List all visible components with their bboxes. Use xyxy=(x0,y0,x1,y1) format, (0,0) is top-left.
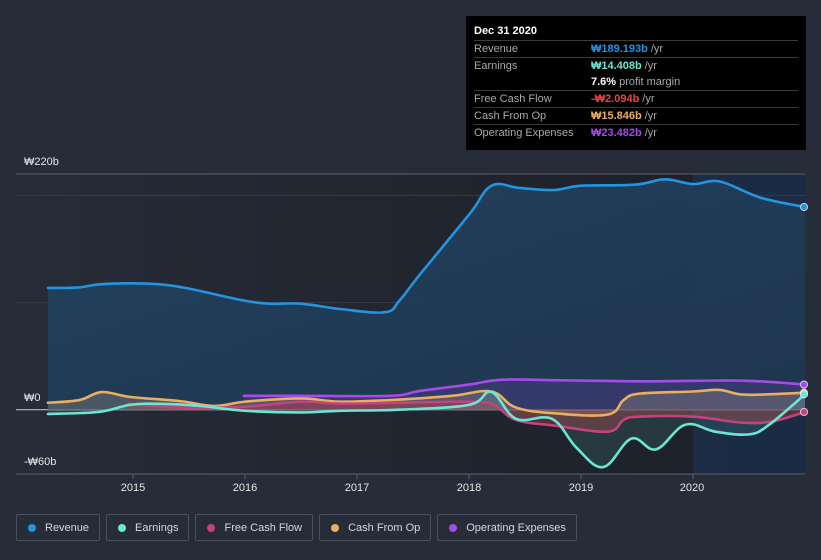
free-cash-flow-endpoint[interactable] xyxy=(799,407,809,417)
y-tick-label: ₩0 xyxy=(24,392,41,404)
tooltip-value: ₩15.846b xyxy=(591,110,642,122)
y-tick-label: -₩60b xyxy=(24,456,57,468)
tooltip-row-free-cash-flow: Free Cash Flow -₩2.094b /yr xyxy=(474,90,798,107)
tooltip-unit: /yr xyxy=(644,127,657,139)
revenue-dot-icon xyxy=(28,523,36,532)
cash-from-op-dot-icon xyxy=(331,523,340,532)
tooltip-unit: profit margin xyxy=(619,76,681,88)
legend-item-operating-expenses[interactable]: Operating Expenses xyxy=(437,514,577,541)
legend-label: Cash From Op xyxy=(348,521,421,534)
tooltip-label xyxy=(474,74,591,90)
legend-item-free-cash-flow[interactable]: Free Cash Flow xyxy=(195,514,314,541)
operating-expenses-endpoint[interactable] xyxy=(799,380,809,389)
tooltip-date: Dec 31 2020 xyxy=(474,25,537,37)
tooltip-unit: /yr xyxy=(644,60,657,72)
tooltip-value: ₩189.193b xyxy=(591,43,648,55)
tooltip-value: 7.6% xyxy=(591,76,617,88)
free-cash-flow-dot-icon xyxy=(207,523,216,532)
tooltip-label: Free Cash Flow xyxy=(474,93,552,105)
tooltip-row-revenue: Revenue ₩189.193b /yr xyxy=(474,40,798,57)
legend-item-earnings[interactable]: Earnings xyxy=(106,514,190,541)
tooltip-unit: /yr xyxy=(650,43,664,55)
x-tick-label: 2018 xyxy=(456,482,482,494)
tooltip-row-operating-expenses: Operating Expenses ₩23.482b /yr xyxy=(474,124,798,141)
legend-label: Earnings xyxy=(135,521,179,534)
legend-label: Revenue xyxy=(45,521,90,534)
x-tick-label: 2017 xyxy=(344,482,370,494)
x-tick-label: 2015 xyxy=(120,482,146,494)
tooltip-row-profit-margin: 7.6% profit margin xyxy=(474,74,798,90)
tooltip-label: Revenue xyxy=(474,43,519,55)
revenue-endpoint[interactable] xyxy=(799,202,809,212)
legend-item-revenue[interactable]: Revenue xyxy=(16,514,101,541)
tooltip-row-cash-from-op: Cash From Op ₩15.846b /yr xyxy=(474,107,798,124)
tooltip-label: Cash From Op xyxy=(474,110,547,122)
legend-label: Operating Expenses xyxy=(466,521,566,534)
tooltip-unit: /yr xyxy=(642,93,655,105)
tooltip-unit: /yr xyxy=(644,110,657,122)
tooltip-label: Operating Expenses xyxy=(474,127,574,139)
y-tick-label: ₩220b xyxy=(24,156,59,168)
earnings-dot-icon xyxy=(118,523,127,532)
x-tick-label: 2016 xyxy=(232,482,258,494)
tooltip-value: -₩2.094b xyxy=(591,93,640,105)
legend-item-cash-from-op[interactable]: Cash From Op xyxy=(319,514,432,541)
tooltip: Dec 31 2020 Revenue ₩189.193b /yr Earnin… xyxy=(466,16,806,150)
operating-expenses-dot-icon xyxy=(449,523,458,532)
legend-label: Free Cash Flow xyxy=(224,521,303,534)
legend: Revenue Earnings Free Cash Flow Cash Fro… xyxy=(16,514,583,541)
tooltip-value: ₩23.482b xyxy=(591,127,642,139)
earnings-endpoint[interactable] xyxy=(799,390,809,399)
tooltip-value: ₩14.408b xyxy=(591,60,642,72)
tooltip-label: Earnings xyxy=(474,60,518,72)
x-tick-label: 2020 xyxy=(679,482,705,494)
x-ticks xyxy=(132,474,694,479)
x-tick-label: 2019 xyxy=(568,482,594,494)
tooltip-row-earnings: Earnings ₩14.408b /yr xyxy=(474,57,798,74)
